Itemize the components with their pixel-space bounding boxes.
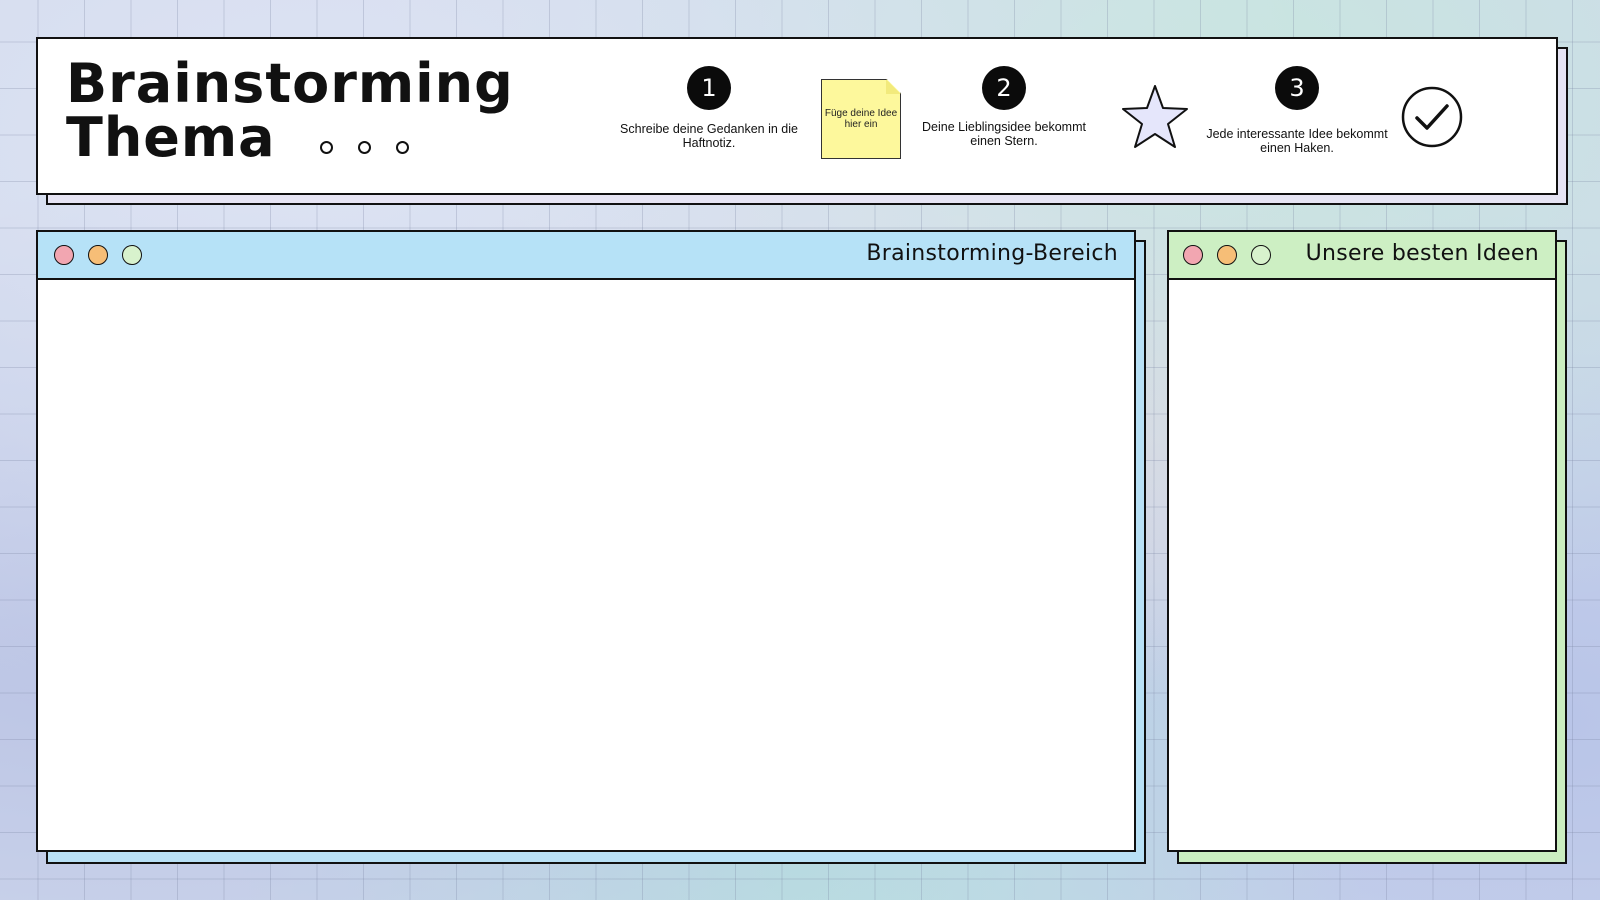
sticky-note-fold: [886, 79, 901, 94]
title-line-1: Brainstorming: [66, 52, 514, 115]
step-2-text: Deine Lieblingsidee bekommt einen Stern.: [922, 120, 1086, 148]
sticky-note-text: Füge deine Idee hier ein: [824, 108, 898, 130]
step-1-text: Schreibe deine Gedanken in die Haftnotiz…: [620, 122, 798, 150]
brainstorm-window-title: Brainstorming-Bereich: [866, 241, 1118, 266]
close-dot-icon[interactable]: [1183, 245, 1203, 265]
step-2-badge: 2: [982, 66, 1026, 110]
best-ideas-area[interactable]: [1169, 280, 1555, 850]
dot-icon: [320, 141, 333, 154]
header-card: Brainstorming Thema 1 Schreibe deine Ged…: [36, 37, 1558, 195]
checkmark-icon[interactable]: [1400, 85, 1464, 149]
step-1-badge: 1: [687, 66, 731, 110]
minimize-dot-icon[interactable]: [88, 245, 108, 265]
dot-icon: [396, 141, 409, 154]
brainstorm-titlebar: Brainstorming-Bereich: [38, 232, 1134, 280]
star-icon[interactable]: [1120, 83, 1190, 151]
maximize-dot-icon[interactable]: [1251, 245, 1271, 265]
maximize-dot-icon[interactable]: [122, 245, 142, 265]
title-line-2: Thema: [66, 106, 276, 169]
best-ideas-titlebar: Unsere besten Ideen: [1169, 232, 1555, 280]
dot-icon: [358, 141, 371, 154]
brainstorm-window: Brainstorming-Bereich: [36, 230, 1136, 852]
best-ideas-window-title: Unsere besten Ideen: [1305, 241, 1539, 266]
best-ideas-window: Unsere besten Ideen: [1167, 230, 1557, 852]
page-title: Brainstorming Thema: [66, 57, 514, 165]
step-3-text: Jede interessante Idee bekommt einen Hak…: [1206, 127, 1388, 155]
brainstorm-area[interactable]: [38, 280, 1134, 850]
minimize-dot-icon[interactable]: [1217, 245, 1237, 265]
step-3-badge: 3: [1275, 66, 1319, 110]
close-dot-icon[interactable]: [54, 245, 74, 265]
